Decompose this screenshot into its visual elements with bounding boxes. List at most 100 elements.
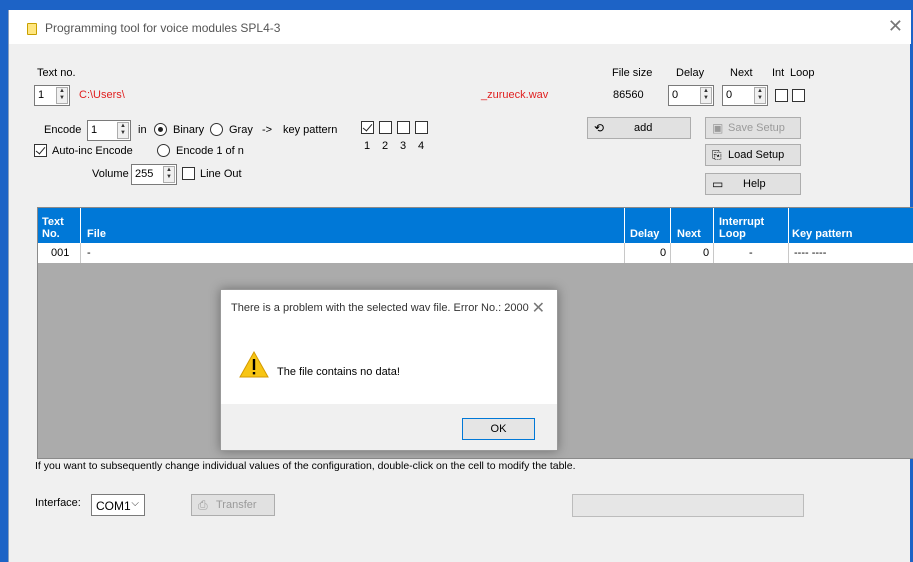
- next-label: Next: [730, 67, 753, 79]
- cell-divider: [670, 243, 671, 263]
- volume-spinner[interactable]: 255 ▲ ▼: [131, 164, 177, 185]
- table-header: Text No. File Delay Next Interrupt Loop …: [38, 208, 913, 243]
- header-file[interactable]: File: [87, 228, 106, 240]
- title-bar: Programming tool for voice modules SPL4-…: [9, 10, 911, 44]
- cell-text-no[interactable]: 001: [51, 247, 69, 259]
- add-label: add: [634, 122, 653, 134]
- header-loop-line2: Loop: [719, 228, 746, 240]
- load-icon: ⎘: [712, 148, 722, 162]
- line-out-checkbox[interactable]: [182, 167, 195, 180]
- help-icon: ▭: [712, 177, 724, 191]
- line-out-label: Line Out: [200, 168, 242, 180]
- window-title: Programming tool for voice modules SPL4-…: [45, 21, 281, 35]
- loop-checkbox[interactable]: [792, 89, 805, 102]
- header-divider: [624, 208, 625, 243]
- delay-value: 0: [672, 89, 679, 101]
- key-pattern-label: key pattern: [283, 124, 338, 136]
- chevron-down-icon: ⌵: [131, 498, 139, 509]
- warning-icon: [239, 351, 269, 378]
- close-icon[interactable]: ✕: [532, 298, 545, 318]
- encode-spinner[interactable]: 1 ▲ ▼: [87, 120, 131, 141]
- load-setup-button[interactable]: ⎘ Load Setup: [705, 144, 801, 166]
- encode-1-of-n-radio[interactable]: [157, 144, 170, 157]
- arrow-label: ->: [262, 124, 273, 136]
- spinner-arrows-icon[interactable]: ▲ ▼: [700, 87, 712, 104]
- cell-interrupt-loop[interactable]: -: [749, 247, 753, 259]
- auto-inc-checkbox[interactable]: [34, 144, 47, 157]
- encode-1-of-n-label: Encode 1 of n: [176, 145, 244, 157]
- add-button[interactable]: ⟲ add: [587, 117, 691, 139]
- save-setup-button[interactable]: ▣ Save Setup: [705, 117, 801, 139]
- transfer-progress-bar: [572, 494, 804, 517]
- key-3-checkbox[interactable]: [397, 121, 410, 134]
- dialog-footer: OK: [221, 404, 557, 450]
- volume-label: Volume: [92, 168, 129, 180]
- load-setup-label: Load Setup: [728, 149, 785, 161]
- spinner-arrows-icon[interactable]: ▲ ▼: [56, 87, 68, 104]
- next-value: 0: [726, 89, 733, 101]
- spinner-arrows-icon[interactable]: ▲ ▼: [754, 87, 766, 104]
- gray-radio[interactable]: [210, 123, 223, 136]
- spinner-arrows-icon[interactable]: ▲ ▼: [117, 122, 129, 139]
- delay-label: Delay: [676, 67, 705, 79]
- header-text-no-line2: No.: [42, 228, 60, 240]
- header-interrupt-loop[interactable]: Interrupt Loop: [719, 216, 764, 240]
- cell-divider: [80, 243, 81, 263]
- text-no-spinner[interactable]: 1 ▲ ▼: [34, 85, 70, 106]
- file-path: C:\Users\: [79, 89, 125, 101]
- save-setup-label: Save Setup: [728, 122, 785, 134]
- close-icon[interactable]: ✕: [888, 16, 903, 37]
- table-row[interactable]: 001 - 0 0 - ---- ----: [38, 243, 913, 263]
- volume-value: 255: [135, 168, 154, 180]
- app-icon: [27, 23, 37, 35]
- cell-next[interactable]: 0: [703, 247, 709, 259]
- gray-label: Gray: [229, 124, 253, 136]
- cell-delay[interactable]: 0: [660, 247, 666, 259]
- transfer-button[interactable]: ⎙ Transfer: [191, 494, 275, 516]
- help-button[interactable]: ▭ Help: [705, 173, 801, 195]
- file-name: _zurueck.wav: [481, 89, 549, 101]
- key-number-2: 2: [382, 140, 389, 152]
- key-4-checkbox[interactable]: [415, 121, 428, 134]
- transfer-label: Transfer: [216, 499, 257, 511]
- spinner-arrows-icon[interactable]: ▲ ▼: [163, 166, 175, 183]
- binary-radio[interactable]: [154, 123, 167, 136]
- screen-top-border: [0, 0, 913, 10]
- main-window: Programming tool for voice modules SPL4-…: [8, 10, 913, 562]
- key-number-4: 4: [418, 140, 425, 152]
- cell-divider: [713, 243, 714, 263]
- interface-select[interactable]: COM1 ⌵: [91, 494, 145, 516]
- error-dialog: There is a problem with the selected wav…: [220, 289, 558, 451]
- cell-divider: [624, 243, 625, 263]
- int-checkbox[interactable]: [775, 89, 788, 102]
- key-1-checkbox[interactable]: [361, 121, 374, 134]
- int-label: Int: [772, 67, 785, 79]
- cell-key-pattern[interactable]: ---- ----: [794, 247, 826, 259]
- next-spinner[interactable]: 0 ▲ ▼: [722, 85, 768, 106]
- ok-button[interactable]: OK: [462, 418, 535, 440]
- interface-label: Interface:: [35, 497, 81, 509]
- help-label: Help: [743, 178, 766, 190]
- hint-text: If you want to subsequently change indiv…: [35, 460, 576, 472]
- key-number-3: 3: [400, 140, 407, 152]
- key-2-checkbox[interactable]: [379, 121, 392, 134]
- text-no-label: Text no.: [37, 67, 76, 79]
- loop-label: Loop: [790, 67, 815, 79]
- header-key-pattern[interactable]: Key pattern: [792, 228, 853, 240]
- delay-spinner[interactable]: 0 ▲ ▼: [668, 85, 714, 106]
- transfer-icon: ⎙: [198, 498, 208, 512]
- header-divider: [80, 208, 81, 243]
- save-icon: ▣: [712, 121, 724, 135]
- header-divider: [788, 208, 789, 243]
- header-delay[interactable]: Delay: [630, 228, 659, 240]
- header-divider: [670, 208, 671, 243]
- cell-file[interactable]: -: [87, 247, 91, 259]
- header-text-no[interactable]: Text No.: [42, 216, 64, 240]
- header-text-no-line1: Text: [42, 216, 64, 228]
- add-icon: ⟲: [594, 121, 605, 135]
- text-no-value: 1: [38, 89, 45, 101]
- auto-inc-label: Auto-inc Encode: [52, 145, 133, 157]
- header-next[interactable]: Next: [677, 228, 701, 240]
- encode-value: 1: [91, 124, 98, 136]
- header-interrupt-line1: Interrupt: [719, 216, 765, 228]
